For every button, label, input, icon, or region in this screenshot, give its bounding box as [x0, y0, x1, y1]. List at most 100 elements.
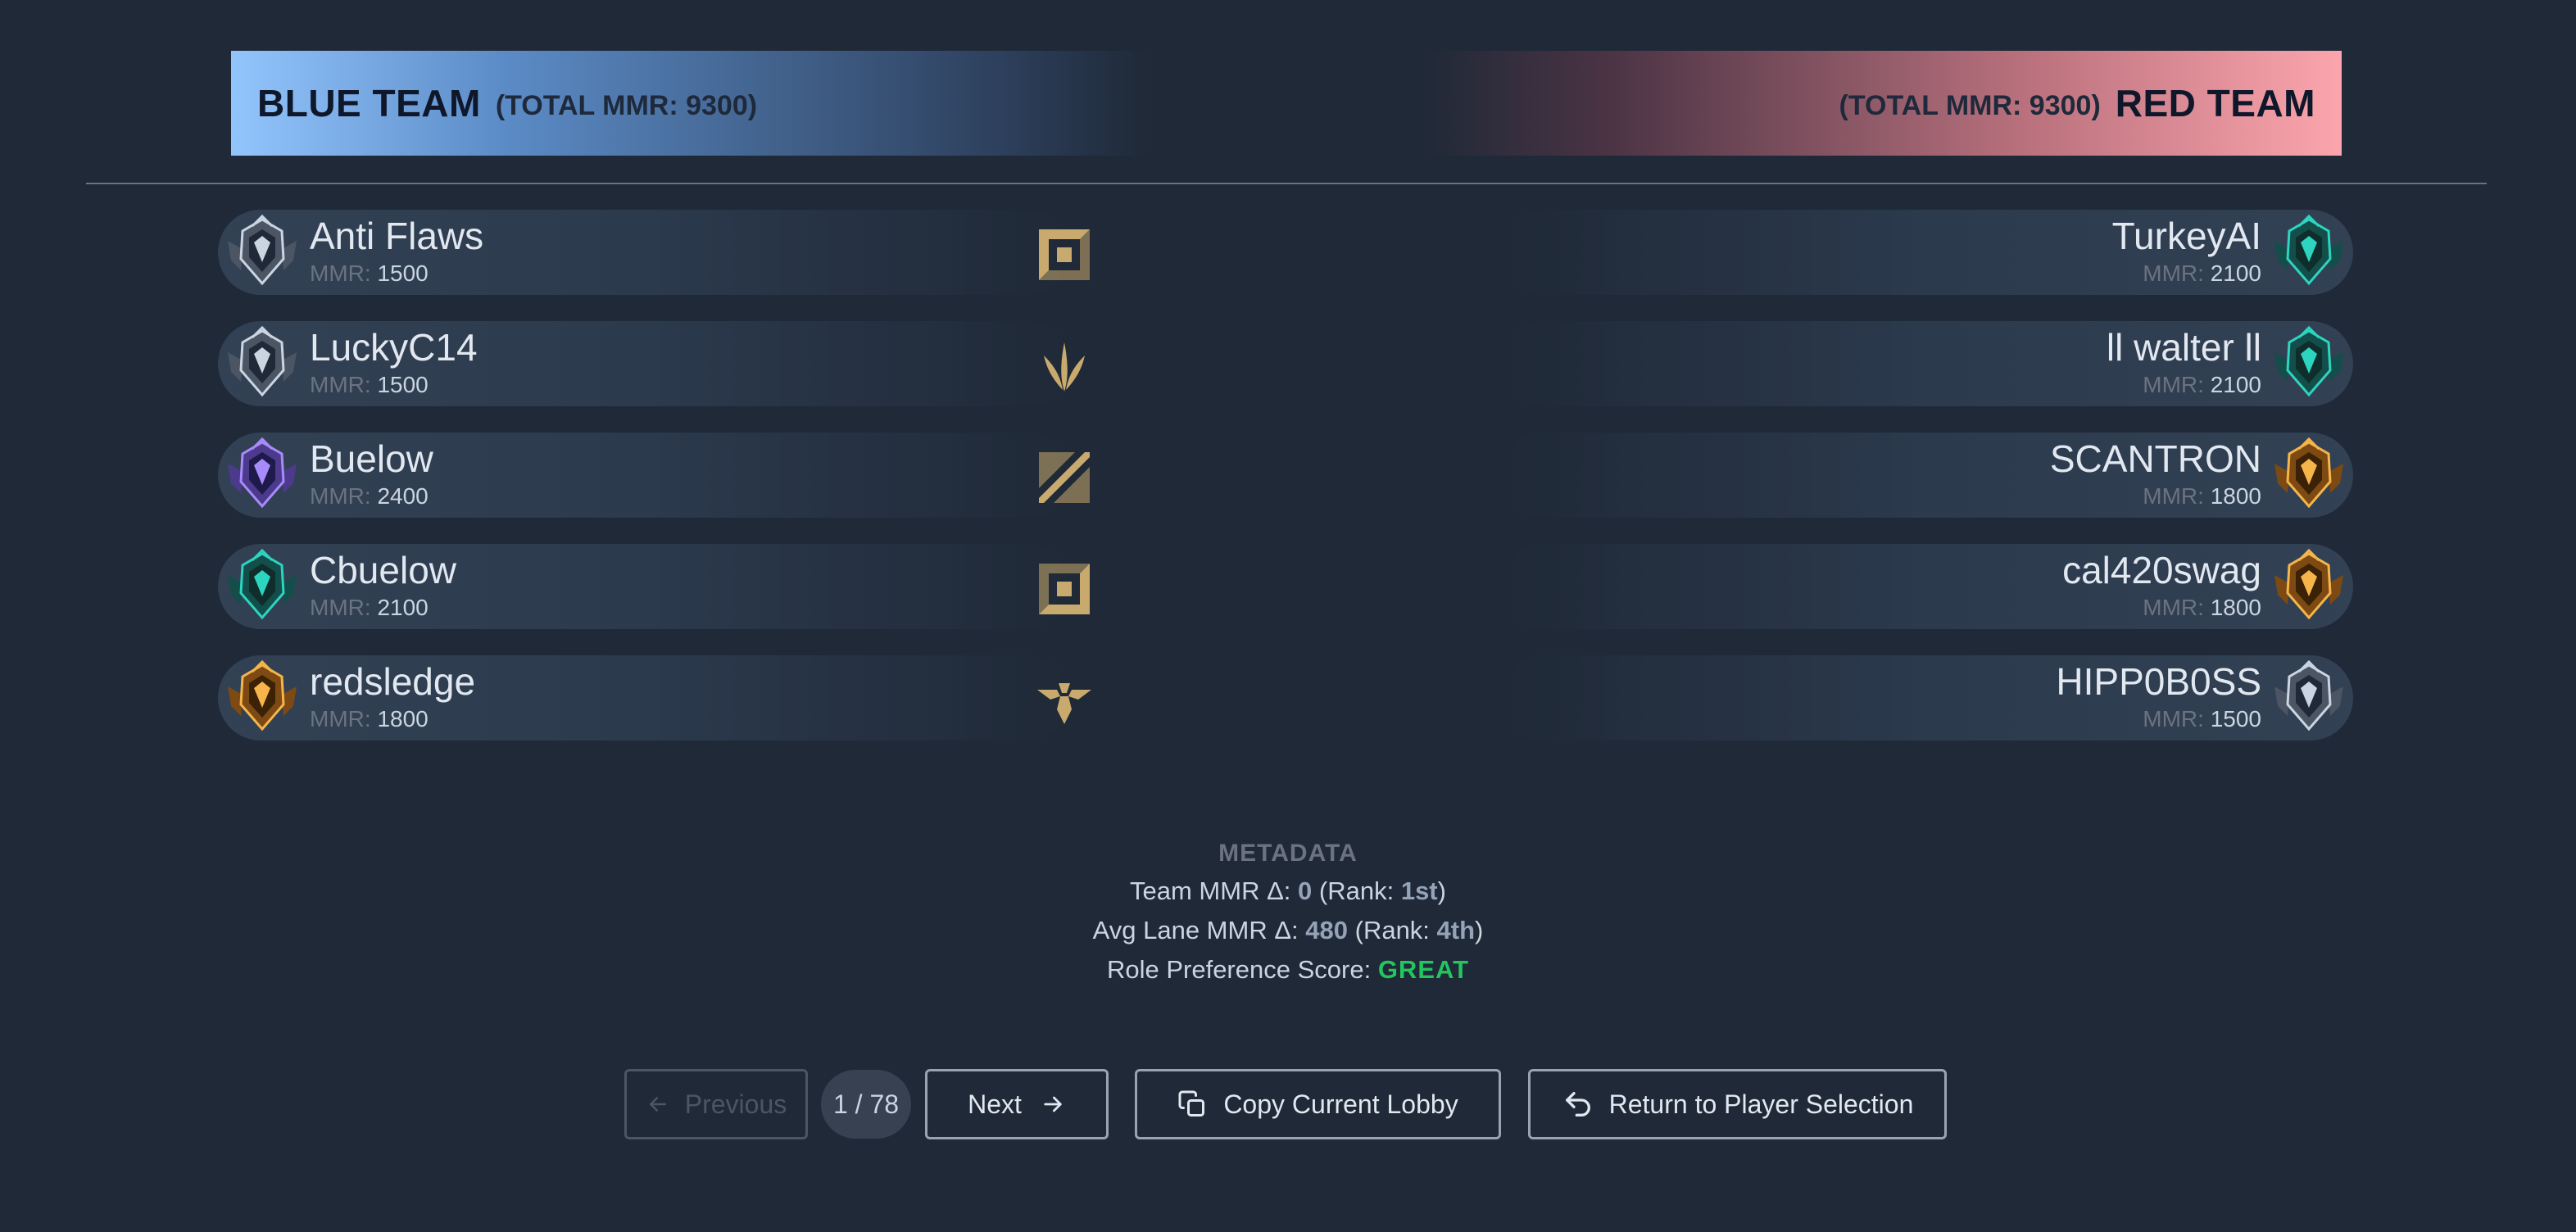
blue-team-name: BLUE TEAM	[257, 82, 481, 125]
return-label: Return to Player Selection	[1608, 1089, 1914, 1119]
team-mmr-delta-label: Team MMR Δ:	[1130, 876, 1291, 905]
header-divider	[86, 183, 2487, 184]
emerald-rank-icon	[2270, 213, 2348, 292]
blue-player-name: Cbuelow	[310, 549, 456, 591]
avg-lane-value: 480	[1305, 916, 1348, 944]
metadata-panel: METADATA Team MMR Δ: 0 (Rank: 1st) Avg L…	[0, 836, 2576, 990]
team-rank-label: Rank:	[1327, 876, 1395, 905]
mmr-label: MMR:	[310, 260, 371, 286]
copy-lobby-button[interactable]: Copy Current Lobby	[1135, 1069, 1501, 1139]
previous-label: Previous	[684, 1089, 787, 1119]
copy-lobby-label: Copy Current Lobby	[1223, 1089, 1458, 1119]
mmr-label: MMR:	[310, 372, 371, 397]
emerald-rank-icon	[2270, 324, 2348, 403]
mmr-label: MMR:	[2143, 595, 2204, 620]
blue-player-card: LuckyC14 MMR: 1500	[218, 321, 1070, 406]
red-player-mmr: MMR: 2100	[2107, 370, 2261, 400]
jungle-role-icon	[1036, 337, 1093, 395]
red-player-mmr: MMR: 2100	[2112, 259, 2261, 288]
role-pref-value: GREAT	[1377, 955, 1470, 984]
red-player-mmr: MMR: 1800	[2062, 593, 2261, 623]
arrow-left-icon	[649, 1097, 666, 1112]
team-mmr-delta-value: 0	[1298, 876, 1313, 905]
mmr-value: 2100	[2210, 260, 2261, 286]
blue-player-info: Buelow MMR: 2400	[310, 436, 433, 511]
previous-button[interactable]: Previous	[624, 1069, 808, 1139]
mmr-label: MMR:	[310, 483, 371, 509]
mid-role-icon	[1036, 449, 1093, 506]
red-player-info: TurkeyAI MMR: 2100	[2112, 213, 2261, 288]
red-player-info: HIPP0B0SS MMR: 1500	[2056, 659, 2261, 734]
avg-lane-rank-label: Rank:	[1363, 916, 1430, 944]
blue-player-mmr: MMR: 1500	[310, 259, 483, 288]
diamond-rank-icon	[223, 436, 302, 514]
gold-rank-icon	[223, 659, 302, 737]
lane-row: Cbuelow MMR: 2100 cal420swag MMR: 1800	[218, 544, 2353, 629]
red-player-card: TurkeyAI MMR: 2100	[1501, 210, 2353, 295]
red-team-header: (TOTAL MMR: 9300) RED TEAM	[1422, 51, 2342, 156]
lane-row: LuckyC14 MMR: 1500 ll walter ll MMR: 210…	[218, 321, 2353, 406]
red-player-name: ll walter ll	[2106, 326, 2261, 369]
undo-arrow-icon	[1565, 1092, 1590, 1116]
mmr-label: MMR:	[310, 706, 371, 732]
mmr-value: 1800	[2210, 595, 2261, 620]
team-rank-value: 1st	[1400, 876, 1438, 905]
blue-player-name: Anti Flaws	[310, 215, 484, 257]
blue-team-total-mmr: (TOTAL MMR: 9300)	[495, 89, 758, 121]
blue-player-name: redsledge	[310, 660, 476, 703]
bottom-role-icon	[1036, 560, 1093, 618]
mmr-label: MMR:	[310, 595, 371, 620]
blue-player-info: LuckyC14 MMR: 1500	[310, 324, 478, 400]
red-player-info: ll walter ll MMR: 2100	[2107, 324, 2261, 400]
arrow-right-icon	[1044, 1096, 1062, 1112]
blue-player-info: Cbuelow MMR: 2100	[310, 547, 456, 623]
red-player-card: cal420swag MMR: 1800	[1501, 544, 2353, 629]
blue-player-info: redsledge MMR: 1800	[310, 659, 475, 734]
avg-lane-mmr-delta: Avg Lane MMR Δ: 480 (Rank: 4th)	[1092, 916, 1484, 944]
lane-row: redsledge MMR: 1800 HIPP0B0SS MMR: 1500	[218, 655, 2353, 741]
mmr-value: 2100	[377, 595, 429, 620]
red-player-card: SCANTRON MMR: 1800	[1501, 433, 2353, 518]
lane-row: Buelow MMR: 2400 SCANTRON MMR: 1800	[218, 433, 2353, 518]
red-player-card: HIPP0B0SS MMR: 1500	[1501, 655, 2353, 741]
red-player-name: HIPP0B0SS	[2056, 660, 2261, 703]
role-preference-score: Role Preference Score: GREAT	[0, 950, 2576, 990]
mmr-value: 1500	[377, 372, 429, 397]
red-player-name: cal420swag	[2062, 549, 2261, 591]
mmr-label: MMR:	[2143, 483, 2204, 509]
blue-player-mmr: MMR: 2400	[310, 482, 433, 511]
mmr-value: 2400	[377, 483, 429, 509]
silver-rank-icon	[223, 324, 302, 403]
mmr-value: 1800	[2210, 483, 2261, 509]
blue-player-card: Cbuelow MMR: 2100	[218, 544, 1070, 629]
role-pref-label: Role Preference Score:	[1106, 955, 1372, 984]
gold-rank-icon	[2270, 436, 2348, 514]
next-label: Next	[968, 1089, 1022, 1119]
return-to-selection-button[interactable]: Return to Player Selection	[1528, 1069, 1947, 1139]
red-team-total-mmr: (TOTAL MMR: 9300)	[1839, 89, 2101, 121]
blue-player-card: Anti Flaws MMR: 1500	[218, 210, 1070, 295]
mmr-value: 2100	[2210, 372, 2261, 397]
silver-rank-icon	[2270, 659, 2348, 737]
red-player-mmr: MMR: 1800	[2050, 482, 2261, 511]
next-button[interactable]: Next	[925, 1069, 1109, 1139]
team-mmr-delta: Team MMR Δ: 0 (Rank: 1st)	[1130, 876, 1446, 905]
lane-row: Anti Flaws MMR: 1500 TurkeyAI MMR: 2100	[218, 210, 2353, 295]
blue-player-name: Buelow	[310, 437, 433, 480]
blue-player-info: Anti Flaws MMR: 1500	[310, 213, 483, 288]
top-role-icon	[1036, 226, 1093, 283]
mmr-label: MMR:	[2143, 372, 2204, 397]
mmr-value: 1800	[377, 706, 429, 732]
red-player-name: TurkeyAI	[2111, 215, 2261, 257]
avg-lane-label: Avg Lane MMR Δ:	[1092, 916, 1299, 944]
blue-player-card: redsledge MMR: 1800	[218, 655, 1070, 741]
avg-lane-rank-value: 4th	[1436, 916, 1476, 944]
red-player-info: cal420swag MMR: 1800	[2062, 547, 2261, 623]
blue-player-name: LuckyC14	[310, 326, 478, 369]
mmr-label: MMR:	[2143, 706, 2204, 732]
blue-player-mmr: MMR: 1800	[310, 704, 475, 734]
page-counter: 1 / 78	[821, 1070, 911, 1139]
mmr-value: 1500	[377, 260, 429, 286]
metadata-title: METADATA	[1218, 840, 1358, 867]
red-player-card: ll walter ll MMR: 2100	[1501, 321, 2353, 406]
